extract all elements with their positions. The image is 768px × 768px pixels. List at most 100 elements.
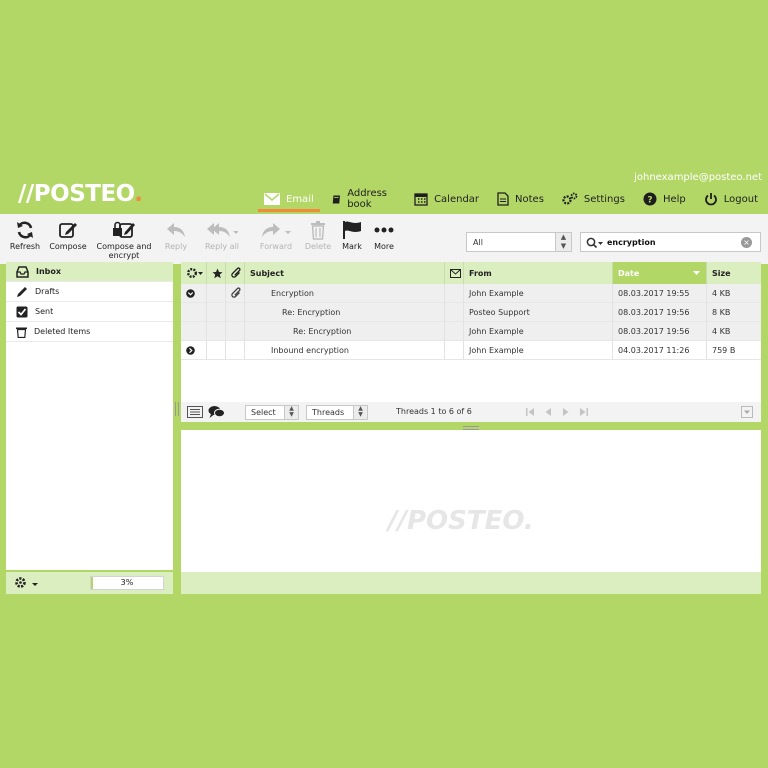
nav-help[interactable]: ? Help — [635, 188, 694, 210]
table-row[interactable]: Inbound encryption John Example 04.03.20… — [181, 341, 761, 360]
nav-label: Logout — [723, 193, 758, 205]
folder-label: Inbox — [36, 267, 62, 276]
message-from: John Example — [469, 326, 524, 336]
filter-select[interactable]: All ▲ ▼ — [466, 232, 572, 252]
flag-column[interactable] — [207, 262, 226, 284]
nav-logout[interactable]: Logout — [696, 188, 766, 210]
posteo-watermark: //POSTEO. — [388, 506, 534, 536]
size-header: Size — [712, 268, 731, 278]
top-header: johnexample@posteo.net //POSTEO. Email A… — [0, 166, 768, 214]
sidebar-footer: 3% — [6, 572, 173, 594]
attachment-column[interactable] — [226, 262, 245, 284]
subject-column[interactable]: Subject — [245, 262, 445, 284]
message-date: 08.03.2017 19:55 — [618, 288, 690, 298]
refresh-label: Refresh — [9, 242, 41, 251]
reply-all-button[interactable]: Reply all — [200, 218, 244, 251]
posteo-logo[interactable]: //POSTEO. — [18, 181, 143, 207]
message-subject: Re: Encryption — [293, 326, 352, 336]
compose-encrypt-icon — [113, 221, 135, 238]
from-column[interactable]: From — [464, 262, 613, 284]
nav-calendar[interactable]: Calendar — [406, 188, 487, 210]
more-label: More — [374, 242, 394, 251]
gear-icon — [187, 268, 203, 278]
delete-label: Delete — [304, 242, 332, 251]
logo-dot: . — [134, 181, 143, 207]
message-date: 04.03.2017 11:26 — [618, 345, 690, 355]
forward-button[interactable]: Forward — [254, 218, 298, 251]
nav-label: Email — [286, 193, 314, 205]
mark-button[interactable]: Mark — [338, 218, 366, 251]
preview-footer — [181, 572, 761, 594]
more-dots-icon — [374, 227, 394, 233]
nav-notes[interactable]: Notes — [489, 188, 552, 210]
more-button[interactable]: More — [370, 218, 398, 251]
message-from: Posteo Support — [469, 307, 530, 317]
subject-header: Subject — [250, 268, 284, 278]
reply-icon — [167, 223, 185, 237]
compose-encrypt-label-1: Compose and — [96, 242, 152, 251]
refresh-button[interactable]: Refresh — [8, 218, 42, 251]
nav-label: Notes — [515, 193, 544, 205]
first-page-icon[interactable] — [525, 407, 537, 417]
message-date: 08.03.2017 19:56 — [618, 307, 690, 317]
forward-label: Forward — [259, 242, 293, 251]
date-column[interactable]: Date — [613, 262, 707, 284]
filter-select-value: All — [473, 238, 483, 247]
list-options-button[interactable] — [181, 262, 207, 284]
date-header: Date — [618, 268, 640, 278]
threads-dropdown[interactable]: Threads ▲ ▼ — [306, 405, 368, 420]
folder-drafts[interactable]: Drafts — [6, 282, 173, 302]
table-row[interactable]: Re: Encryption John Example 08.03.2017 1… — [181, 322, 761, 341]
reply-button[interactable]: Reply — [160, 218, 192, 251]
expand-thread-icon[interactable] — [186, 345, 195, 355]
pane-resize-handle[interactable] — [175, 402, 179, 416]
compose-button[interactable]: Compose — [48, 218, 88, 251]
nav-label: Address book — [347, 188, 388, 210]
message-size: 4 KB — [712, 326, 731, 336]
search-icon[interactable] — [586, 237, 604, 249]
size-column[interactable]: Size — [707, 262, 761, 284]
folder-sent[interactable]: Sent — [6, 302, 173, 322]
delete-button[interactable]: Delete — [302, 218, 334, 251]
compose-icon — [59, 223, 77, 238]
quota-fill-bar — [91, 577, 94, 589]
nav-label: Settings — [583, 193, 625, 205]
nav-email[interactable]: Email — [256, 188, 322, 212]
gear-icon — [15, 577, 26, 588]
mail-toolbar: Refresh Compose Compose and encrypt Repl… — [0, 214, 768, 264]
nav-address-book[interactable]: Address book — [324, 188, 404, 210]
compose-encrypt-button[interactable]: Compose and encrypt — [96, 218, 152, 260]
clear-search-icon[interactable]: × — [741, 237, 752, 248]
message-subject: Encryption — [271, 288, 314, 298]
pencil-icon — [17, 286, 27, 297]
user-email: johnexample@posteo.net — [634, 172, 762, 183]
message-from: John Example — [469, 288, 524, 298]
calendar-icon — [414, 193, 428, 206]
next-page-icon[interactable] — [561, 407, 571, 417]
collapse-thread-icon[interactable] — [186, 288, 195, 298]
inbox-icon — [16, 265, 29, 278]
folder-deleted-items[interactable]: Deleted Items — [6, 322, 173, 342]
pagination — [525, 407, 589, 417]
collapse-preview-icon[interactable] — [741, 406, 753, 418]
nav-settings[interactable]: Settings — [554, 188, 633, 210]
table-row[interactable]: Re: Encryption Posteo Support 08.03.2017… — [181, 303, 761, 322]
list-view-icon[interactable] — [187, 406, 203, 418]
previous-page-icon[interactable] — [543, 407, 553, 417]
select-dropdown[interactable]: Select ▲ ▼ — [245, 405, 299, 420]
status-column[interactable] — [445, 262, 464, 284]
folder-label: Deleted Items — [34, 327, 91, 336]
table-row[interactable]: Encryption John Example 08.03.2017 19:55… — [181, 284, 761, 303]
list-header: Subject From Date Size — [181, 262, 761, 284]
last-page-icon[interactable] — [577, 407, 589, 417]
message-subject: Re: Encryption — [282, 307, 341, 317]
folder-inbox[interactable]: Inbox — [6, 262, 173, 282]
logo-text: //POSTEO — [18, 181, 135, 207]
gears-icon — [562, 192, 578, 205]
flag-icon — [343, 221, 361, 239]
folder-settings-button[interactable] — [14, 576, 39, 589]
search-input[interactable]: encryption × — [580, 232, 761, 252]
conversation-icon[interactable] — [208, 405, 225, 419]
nav-label: Calendar — [434, 193, 480, 205]
compose-encrypt-label-2: encrypt — [108, 251, 140, 260]
